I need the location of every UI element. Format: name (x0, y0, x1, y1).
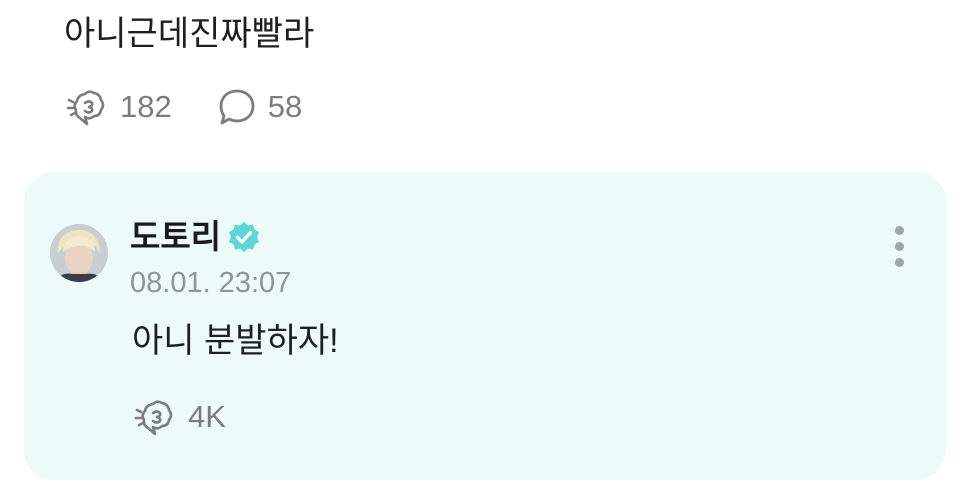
reply-text: 아니 분발하자! (132, 322, 339, 360)
post-text: 아니근데진짜빨라 (64, 15, 315, 53)
author-row: 도토리 (130, 216, 261, 258)
like-count: 182 (120, 89, 172, 124)
author-name[interactable]: 도토리 (130, 216, 221, 258)
like-button[interactable]: 182 (64, 84, 172, 130)
reply-card: 도토리 08.01. 23:07 아니 분발하자! 4K (24, 172, 946, 480)
reply-actions: 4K (132, 394, 226, 440)
like-cheer-icon (64, 84, 110, 130)
timestamp: 08.01. 23:07 (130, 267, 292, 299)
comment-count: 58 (267, 89, 303, 124)
verified-badge-icon (227, 220, 261, 254)
comment-bubble-icon (216, 86, 258, 128)
avatar[interactable] (50, 224, 108, 282)
reply-like-button[interactable]: 4K (132, 394, 226, 440)
like-cheer-icon (132, 394, 178, 440)
more-vertical-icon[interactable] (890, 224, 910, 270)
comment-button[interactable]: 58 (216, 86, 302, 128)
reply-like-count: 4K (188, 399, 226, 434)
post-actions: 182 58 (64, 84, 302, 130)
page: 아니근데진짜빨라 182 58 도토리 08.01. 23:07 아니 분발하자… (0, 0, 972, 500)
